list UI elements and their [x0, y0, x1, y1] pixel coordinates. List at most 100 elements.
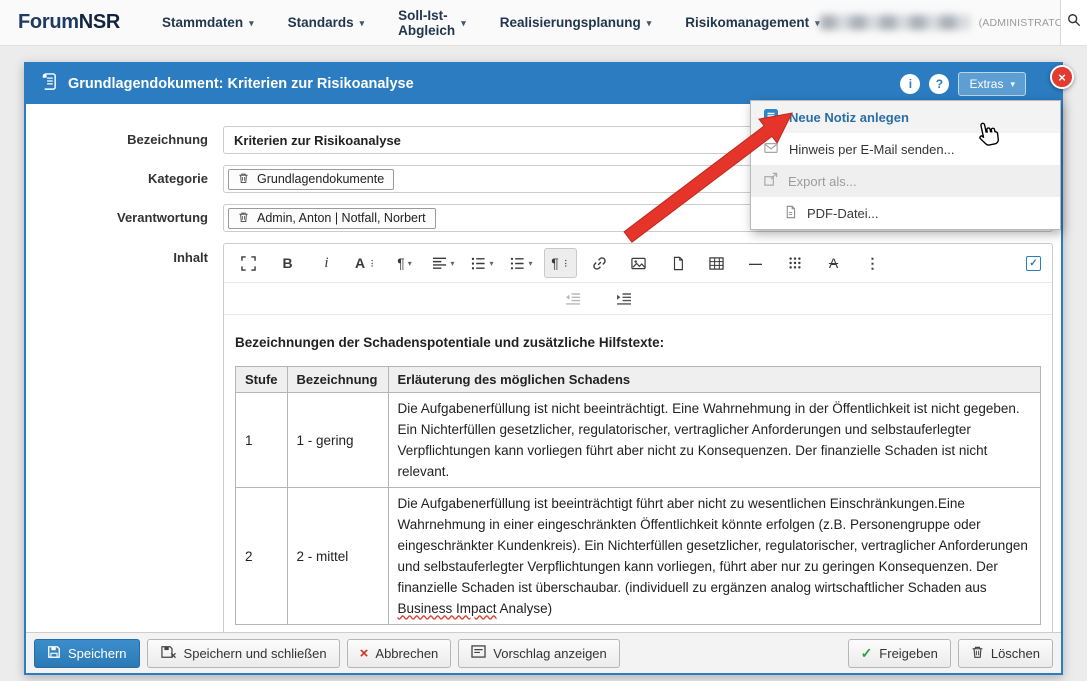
menu-item-email-hinweis[interactable]: Hinweis per E-Mail senden...: [751, 133, 1060, 165]
info-icon[interactable]: i: [900, 74, 920, 94]
menu-label: Realisierungsplanung: [500, 15, 641, 30]
save-button[interactable]: Speichern: [34, 639, 140, 668]
dialog-title: Grundlagendokument: Kriterien zur Risiko…: [68, 76, 414, 92]
save-and-close-button[interactable]: Speichern und schließen: [147, 639, 340, 668]
fullscreen-icon[interactable]: [232, 248, 265, 278]
verantwortung-tag-label: Admin, Anton | Notfall, Norbert: [257, 211, 426, 225]
menu-item-export-als[interactable]: Export als...: [751, 165, 1060, 197]
extras-button[interactable]: Extras ▾: [958, 72, 1026, 96]
table-header-row: Stufe Bezeichnung Erläuterung des möglic…: [236, 367, 1041, 393]
show-blocks-icon[interactable]: ¶⋮: [544, 248, 577, 278]
paragraph-format-icon[interactable]: ¶▾: [388, 248, 421, 278]
cancel-x-icon: ×: [360, 646, 369, 661]
menu-realisierungsplanung[interactable]: Realisierungsplanung ▾: [500, 8, 652, 38]
chevron-down-icon: ▾: [408, 259, 412, 268]
app-logo[interactable]: ForumNSR: [18, 11, 120, 34]
menu-item-label: Neue Notiz anlegen: [789, 110, 909, 125]
editor-content-area[interactable]: Bezeichnungen der Schadenspotentiale und…: [224, 315, 1052, 632]
table-row: 1 1 - gering Die Aufgabenerfüllung ist n…: [236, 393, 1041, 488]
release-label: Freigeben: [879, 646, 938, 661]
show-proposal-button[interactable]: Vorschlag anzeigen: [458, 639, 619, 668]
top-navbar: ForumNSR Stammdaten ▾ Standards ▾ Soll-I…: [0, 0, 1087, 46]
align-icon[interactable]: ▾: [427, 248, 460, 278]
remove-tag-icon[interactable]: [238, 211, 249, 226]
save-close-label: Speichern und schließen: [184, 646, 327, 661]
editor-toolbar-row1: B i A⋮ ¶▾ ▾ ▾: [224, 244, 1052, 282]
chevron-down-icon: ▾: [450, 259, 454, 268]
save-icon: [47, 645, 61, 662]
cancel-button[interactable]: × Abbrechen: [347, 639, 452, 668]
delete-button[interactable]: Löschen: [958, 639, 1053, 668]
menu-risikomanagement[interactable]: Risikomanagement ▾: [685, 8, 819, 38]
save-close-icon: [160, 645, 177, 662]
editor-toolbar-row2: [224, 282, 1052, 315]
italic-icon[interactable]: i: [310, 248, 343, 278]
editor-toggle-checkbox[interactable]: ✓: [1026, 256, 1041, 271]
menu-label: Standards: [288, 15, 354, 30]
chevron-down-icon: ▾: [360, 18, 365, 29]
indent-icon[interactable]: [607, 284, 640, 314]
cell-text: Die Aufgabenerfüllung ist beeinträchtigt…: [398, 496, 1028, 595]
menu-stammdaten[interactable]: Stammdaten ▾: [162, 8, 254, 38]
more-options-icon[interactable]: ⋮: [856, 248, 889, 278]
more-text-formatting-icon[interactable]: A⋮: [349, 248, 382, 278]
chevron-down-icon: ▾: [528, 259, 532, 268]
damage-levels-table: Stufe Bezeichnung Erläuterung des möglic…: [235, 366, 1041, 625]
check-icon: ✓: [861, 646, 873, 660]
remove-tag-icon[interactable]: [238, 172, 249, 187]
col-header-erlaeuterung: Erläuterung des möglichen Schadens: [388, 367, 1041, 393]
chevron-down-icon: ▾: [1010, 79, 1015, 90]
bold-icon[interactable]: B: [271, 248, 304, 278]
pdf-file-icon: [784, 205, 797, 222]
link-icon[interactable]: [583, 248, 616, 278]
col-header-stufe: Stufe: [236, 367, 288, 393]
cell-bezeichnung: 1 - gering: [287, 393, 388, 488]
menu-item-pdf-datei[interactable]: PDF-Datei...: [751, 197, 1060, 229]
verantwortung-label: Verantwortung: [26, 204, 223, 232]
cell-erlaeuterung: Die Aufgabenerfüllung ist nicht beeinträ…: [388, 393, 1041, 488]
cell-text: Analyse): [497, 601, 553, 616]
user-menu[interactable]: (ADMINISTRATOR) ▾: [820, 15, 1087, 30]
horizontal-line-icon[interactable]: —: [739, 248, 772, 278]
chevron-down-icon: ▾: [489, 259, 493, 268]
logo-part-nsr: NSR: [79, 11, 120, 33]
delete-label: Löschen: [991, 646, 1040, 661]
outdent-icon[interactable]: [556, 284, 589, 314]
inhalt-label: Inhalt: [26, 243, 223, 266]
table-icon[interactable]: [700, 248, 733, 278]
special-characters-icon[interactable]: [778, 248, 811, 278]
close-icon[interactable]: ×: [1050, 65, 1074, 89]
proposal-icon: [471, 645, 486, 661]
cell-bezeichnung: 2 - mittel: [287, 488, 388, 625]
menu-item-neue-notiz[interactable]: Neue Notiz anlegen: [751, 101, 1060, 133]
unordered-list-icon[interactable]: ▾: [505, 248, 538, 278]
ordered-list-icon[interactable]: ▾: [466, 248, 499, 278]
search-icon: [1067, 13, 1081, 32]
menu-standards[interactable]: Standards ▾: [288, 8, 365, 38]
cancel-label: Abbrechen: [375, 646, 438, 661]
cell-erlaeuterung: Die Aufgabenerfüllung ist beeinträchtigt…: [388, 488, 1041, 625]
help-icon[interactable]: ?: [929, 74, 949, 94]
logo-part-forum: Forum: [18, 11, 79, 33]
file-icon[interactable]: [661, 248, 694, 278]
trash-icon: [971, 645, 984, 662]
release-button[interactable]: ✓ Freigeben: [848, 639, 951, 668]
dialog-header-actions: i ? Extras ▾: [900, 72, 1026, 96]
global-search-button[interactable]: [1060, 0, 1087, 45]
kategorie-label: Kategorie: [26, 165, 223, 193]
menu-item-label: Export als...: [788, 174, 857, 189]
image-icon[interactable]: [622, 248, 655, 278]
dialog-header: Grundlagendokument: Kriterien zur Risiko…: [26, 64, 1061, 104]
chevron-down-icon: ▾: [461, 18, 466, 29]
save-label: Speichern: [68, 646, 127, 661]
main-menu: Stammdaten ▾ Standards ▾ Soll-Ist-Abglei…: [162, 8, 820, 38]
clear-formatting-icon[interactable]: A: [817, 248, 850, 278]
row-inhalt: Inhalt B i A⋮ ¶▾ ▾: [26, 243, 1061, 632]
content-heading: Bezeichnungen der Schadenspotentiale und…: [235, 335, 1041, 350]
export-icon: [763, 172, 778, 190]
table-row: 2 2 - mittel Die Aufgabenerfüllung ist b…: [236, 488, 1041, 625]
extras-label: Extras: [969, 77, 1003, 91]
menu-soll-ist-abgleich[interactable]: Soll-Ist-Abgleich ▾: [398, 8, 466, 38]
chevron-down-icon: ▾: [249, 18, 254, 29]
kategorie-tag: Grundlagendokumente: [228, 169, 394, 190]
